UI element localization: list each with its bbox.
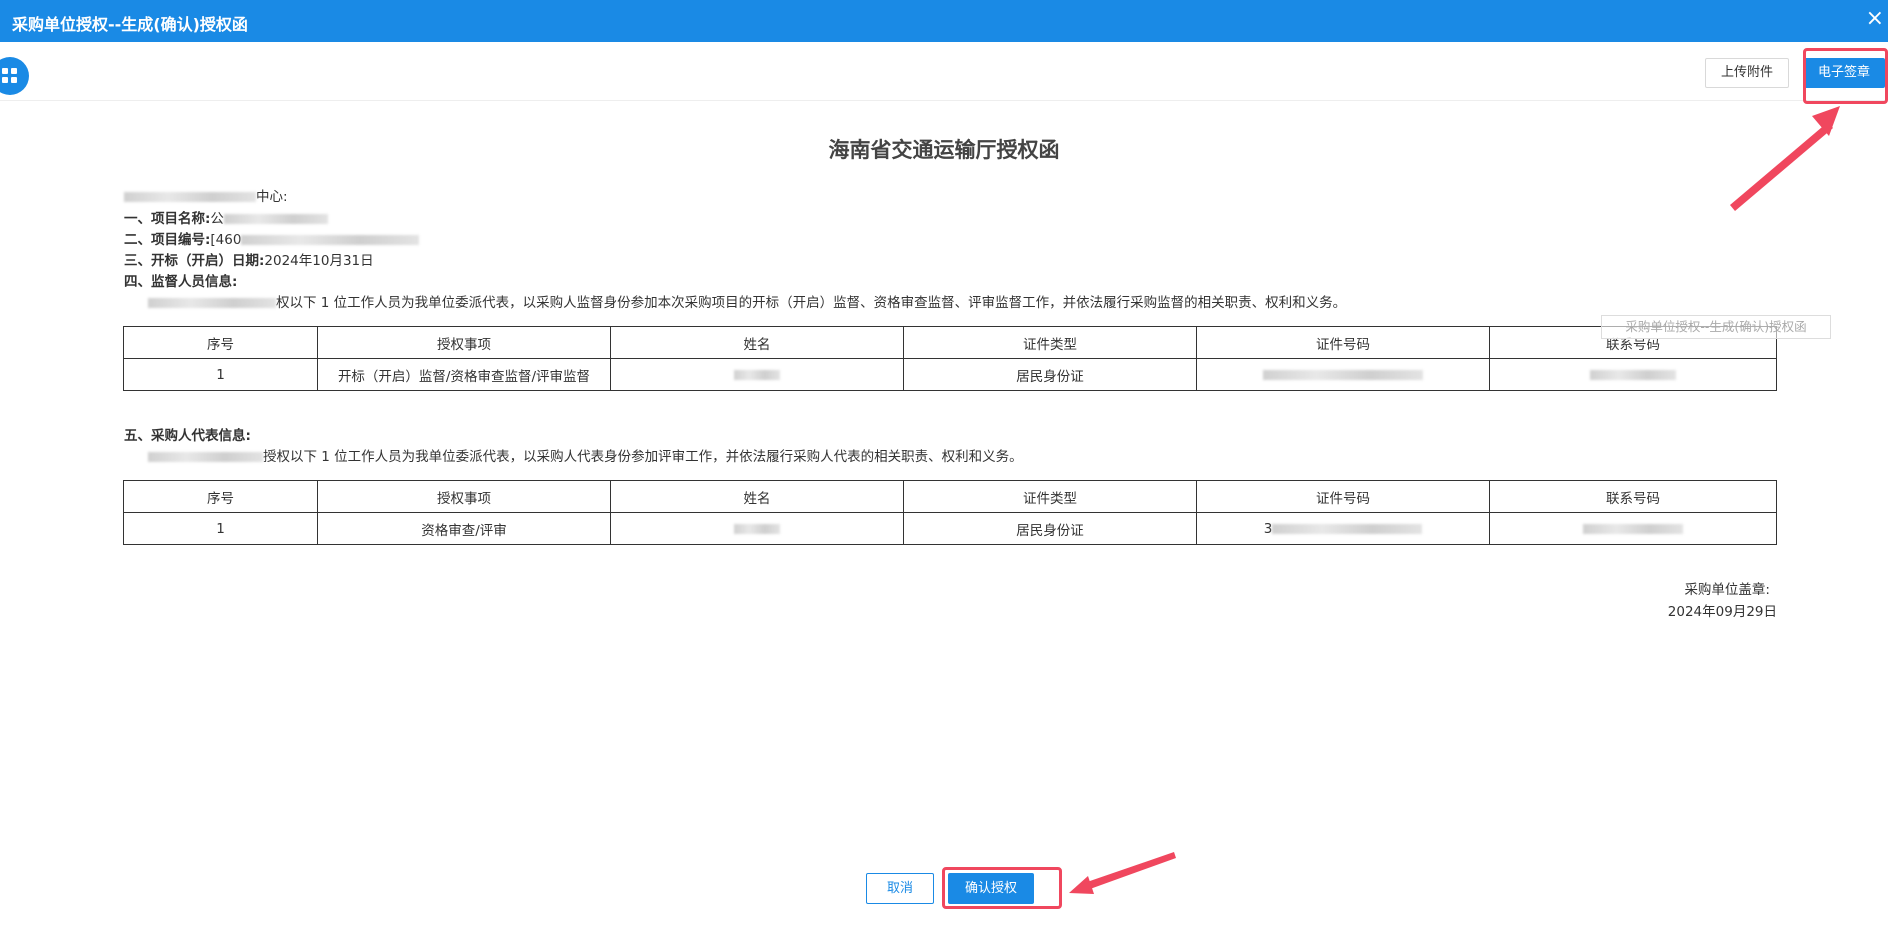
tooltip-watermark: 采购单位授权--生成(确认)授权函 (1601, 315, 1831, 339)
supervisor-paragraph: 权以下 1 位工作人员为我单位委派代表，以采购人监督身份参加本次采购项目的开标（… (148, 291, 1346, 311)
redacted-project-number (241, 235, 420, 245)
project-name-line: 一、项目名称:公 (124, 207, 328, 227)
redacted-project-name (223, 214, 328, 224)
seal-date: 2024年09月29日 (1667, 604, 1777, 620)
menu-grid-button[interactable] (0, 57, 29, 95)
close-icon[interactable]: × (1866, 8, 1884, 30)
table-row: 1 资格审查/评审 居民身份证 3 (123, 512, 1777, 545)
addressee-line: 中心: (124, 185, 288, 205)
project-number-line: 二、项目编号:[460 (124, 228, 420, 248)
upload-attachment-button[interactable]: 上传附件 (1705, 58, 1789, 88)
redacted-name (610, 358, 904, 391)
redacted-name (610, 512, 904, 545)
supervisor-table: 序号 授权事项 姓名 证件类型 证件号码 联系号码 1 开标（开启）监督/资格审… (123, 326, 1777, 391)
document-title: 海南省交通运输厅授权函 (828, 138, 1060, 162)
redacted-unit-name (148, 298, 276, 308)
redacted-addressee (124, 192, 256, 202)
redacted-id-number: 3 (1196, 512, 1490, 545)
redacted-phone (1489, 358, 1777, 391)
dialog-title: 采购单位授权--生成(确认)授权函 (12, 15, 248, 34)
redacted-unit-name (148, 452, 263, 462)
table-row: 1 开标（开启）监督/资格审查监督/评审监督 居民身份证 (123, 358, 1777, 391)
redacted-phone (1489, 512, 1777, 545)
open-date-line: 三、开标（开启）日期:2024年10月31日 (124, 253, 374, 269)
supervisor-heading: 四、监督人员信息: (124, 274, 238, 290)
redacted-id-number (1196, 358, 1490, 391)
table-header-row: 序号 授权事项 姓名 证件类型 证件号码 联系号码 (123, 326, 1777, 359)
cancel-button[interactable]: 取消 (866, 873, 934, 904)
table-header-row: 序号 授权事项 姓名 证件类型 证件号码 联系号码 (123, 480, 1777, 513)
dialog-title-bar: 采购单位授权--生成(确认)授权函 × (0, 0, 1888, 42)
rep-table: 序号 授权事项 姓名 证件类型 证件号码 联系号码 1 资格审查/评审 居民身份… (123, 480, 1777, 545)
confirm-highlight (942, 867, 1062, 909)
e-signature-highlight (1803, 48, 1888, 104)
rep-paragraph: 授权以下 1 位工作人员为我单位委派代表，以采购人代表身份参加评审工作，并依法履… (148, 445, 1023, 465)
seal-label: 采购单位盖章: (1684, 582, 1770, 598)
grid-icon (2, 68, 18, 84)
toolbar: 上传附件 电子签章 (0, 42, 1888, 101)
arrow-to-confirm (1069, 852, 1176, 894)
rep-heading: 五、采购人代表信息: (124, 428, 251, 444)
